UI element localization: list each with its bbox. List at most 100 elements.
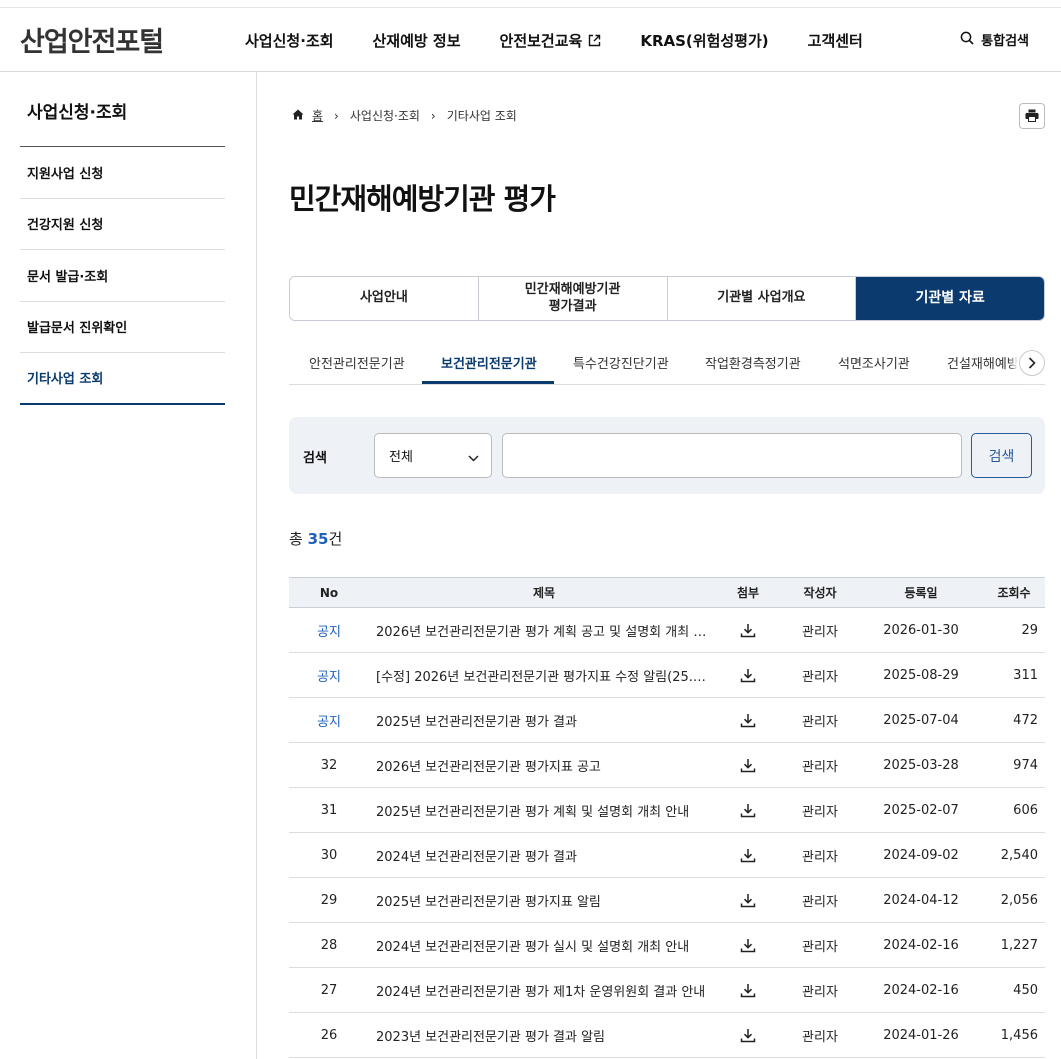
row-date: 2025-08-29 — [883, 667, 959, 683]
row-title-link[interactable]: 2025년 보건관리전문기관 평가 계획 및 설명회 개최 안내 — [376, 801, 689, 820]
search-scope-select[interactable]: 전체 — [374, 433, 492, 478]
tab-label: 민간재해예방기관 평가결과 — [524, 281, 621, 314]
sidebar-item-support-apply[interactable]: 지원사업 신청 — [20, 147, 225, 199]
subtab-work-environment[interactable]: 작업환경측정기관 — [705, 353, 801, 372]
row-no: 31 — [320, 802, 338, 818]
row-attachment — [732, 1013, 764, 1057]
subtab-asbestos[interactable]: 석면조사기관 — [838, 353, 910, 372]
download-icon[interactable] — [740, 758, 756, 773]
table-row[interactable]: 공지 [수정] 2026년 보건관리전문기관 평가지표 수정 알림(25.9.… 관… — [289, 653, 1045, 698]
table-row[interactable]: 30 2024년 보건관리전문기관 평가 결과 관리자 2024-09-02 2,540 — [289, 833, 1045, 878]
download-icon[interactable] — [740, 983, 756, 998]
row-views: 29 — [1021, 622, 1038, 638]
search-button[interactable]: 검색 — [971, 433, 1032, 478]
row-no: 공지 — [317, 714, 341, 730]
row-title-link[interactable]: 2024년 보건관리전문기관 평가 제1차 운영위원회 결과 안내 — [376, 981, 705, 1000]
row-title-cell: 2024년 보건관리전문기관 평가 제1차 운영위원회 결과 안내 — [376, 968, 711, 1012]
total-number: 35 — [307, 530, 329, 548]
search-icon — [960, 31, 981, 49]
row-attachment — [732, 923, 764, 967]
header-views: 조회수 — [997, 586, 1031, 600]
row-author: 관리자 — [802, 669, 838, 685]
nav-item-support[interactable]: 고객센터 — [808, 30, 863, 51]
row-title-cell: [수정] 2026년 보건관리전문기관 평가지표 수정 알림(25.9.… — [376, 653, 711, 697]
external-link-icon — [588, 34, 601, 47]
nav-item-kras[interactable]: KRAS(위험성평가) — [640, 30, 768, 51]
sub-tabs: 안전관리전문기관 보건관리전문기관 특수건강진단기관 작업환경측정기관 석면조사… — [289, 340, 1045, 385]
total-suffix: 건 — [328, 530, 343, 548]
subtab-health-agency[interactable]: 보건관리전문기관 — [441, 353, 537, 372]
table-row[interactable]: 27 2024년 보건관리전문기관 평가 제1차 운영위원회 결과 안내 관리자 20… — [289, 968, 1045, 1013]
row-title-link[interactable]: 2026년 보건관리전문기관 평가지표 공고 — [376, 756, 601, 775]
print-button[interactable] — [1019, 103, 1045, 129]
row-date: 2024-01-26 — [883, 1027, 959, 1043]
table-row[interactable]: 29 2025년 보건관리전문기관 평가지표 알림 관리자 2024-04-12 2,0… — [289, 878, 1045, 923]
row-date: 2024-02-16 — [883, 982, 959, 998]
breadcrumb-item[interactable]: 사업신청·조회 — [350, 107, 420, 124]
download-icon[interactable] — [740, 623, 756, 638]
nav-label: KRAS(위험성평가) — [640, 32, 769, 50]
nav-item-prevention[interactable]: 산재예방 정보 — [373, 30, 461, 51]
row-title-cell: 2024년 보건관리전문기관 평가 결과 — [376, 833, 711, 877]
table-row[interactable]: 28 2024년 보건관리전문기관 평가 실시 및 설명회 개최 안내 관리자 202… — [289, 923, 1045, 968]
row-date: 2025-03-28 — [883, 757, 959, 773]
row-title-link[interactable]: 2024년 보건관리전문기관 평가 결과 — [376, 846, 577, 865]
site-header: 산업안전포털 사업신청·조회 산재예방 정보 안전보건교육 KRAS(위험성평가… — [0, 8, 1061, 72]
breadcrumb-item[interactable]: 기타사업 조회 — [447, 107, 517, 124]
row-attachment — [732, 653, 764, 697]
row-title-link[interactable]: 2024년 보건관리전문기관 평가 실시 및 설명회 개최 안내 — [376, 936, 689, 955]
download-icon[interactable] — [740, 848, 756, 863]
tab-agency-materials[interactable]: 기관별 자료 — [856, 277, 1044, 320]
row-views: 1,456 — [1000, 1027, 1038, 1043]
subtab-safety-agency[interactable]: 안전관리전문기관 — [309, 353, 405, 372]
table-row[interactable]: 공지 2026년 보건관리전문기관 평가 계획 공고 및 설명회 개최 안내 관리자… — [289, 608, 1045, 653]
download-icon[interactable] — [740, 713, 756, 728]
row-date: 2024-04-12 — [883, 892, 959, 908]
download-icon[interactable] — [740, 893, 756, 908]
row-views: 450 — [1013, 982, 1038, 998]
sidebar-item-other-business[interactable]: 기타사업 조회 — [20, 353, 225, 405]
search-input[interactable] — [502, 433, 962, 478]
integrated-search-button[interactable]: 통합검색 — [960, 30, 1029, 49]
tab-evaluation-results[interactable]: 민간재해예방기관 평가결과 — [478, 277, 668, 320]
download-icon[interactable] — [740, 803, 756, 818]
table-row[interactable]: 31 2025년 보건관리전문기관 평가 계획 및 설명회 개최 안내 관리자 202… — [289, 788, 1045, 833]
chevron-right-icon: › — [334, 108, 339, 123]
tab-agency-overview[interactable]: 기관별 사업개요 — [667, 277, 857, 320]
row-title-link[interactable]: 2025년 보건관리전문기관 평가 결과 — [376, 711, 577, 730]
page-title: 민간재해예방기관 평가 — [289, 182, 556, 216]
sidebar-item-health-apply[interactable]: 건강지원 신청 — [20, 199, 225, 250]
board-table: No 제목 첨부 작성자 등록일 조회수 공지 2026년 보건관리전문기관 평가… — [289, 577, 1045, 1058]
row-views: 974 — [1013, 757, 1038, 773]
row-attachment — [732, 833, 764, 877]
nav-item-business[interactable]: 사업신청·조회 — [245, 30, 334, 51]
sidebar-item-document-issue[interactable]: 문서 발급·조회 — [20, 250, 225, 302]
subtab-special-health-exam[interactable]: 특수건강진단기관 — [573, 353, 669, 372]
download-icon[interactable] — [740, 1028, 756, 1043]
search-panel-label: 검색 — [303, 451, 327, 466]
breadcrumb-home[interactable]: 홈 — [292, 107, 323, 124]
table-row[interactable]: 32 2026년 보건관리전문기관 평가지표 공고 관리자 2025-03-28 974 — [289, 743, 1045, 788]
nav-label: 안전보건교육 — [499, 32, 583, 50]
row-no: 26 — [320, 1027, 338, 1043]
row-title-link[interactable]: 2023년 보건관리전문기관 평가 결과 알림 — [376, 1026, 605, 1045]
row-no: 32 — [320, 757, 338, 773]
table-row[interactable]: 공지 2025년 보건관리전문기관 평가 결과 관리자 2025-07-04 472 — [289, 698, 1045, 743]
row-title-link[interactable]: 2026년 보건관리전문기관 평가 계획 공고 및 설명회 개최 안내 — [376, 621, 711, 640]
nav-item-education[interactable]: 안전보건교육 — [500, 30, 602, 51]
row-title-link[interactable]: [수정] 2026년 보건관리전문기관 평가지표 수정 알림(25.9.… — [376, 666, 711, 685]
tab-business-guide[interactable]: 사업안내 — [290, 277, 479, 320]
download-icon[interactable] — [740, 938, 756, 953]
row-author: 관리자 — [802, 804, 838, 820]
row-no: 공지 — [317, 669, 341, 685]
main-tabs: 사업안내 민간재해예방기관 평가결과 기관별 사업개요 기관별 자료 — [289, 276, 1045, 321]
site-logo[interactable]: 산업안전포털 — [20, 20, 164, 59]
table-row[interactable]: 26 2023년 보건관리전문기관 평가 결과 알림 관리자 2024-01-26 1,… — [289, 1013, 1045, 1058]
sidebar-item-document-verify[interactable]: 발급문서 진위확인 — [20, 302, 225, 353]
row-author: 관리자 — [802, 1029, 838, 1045]
search-label: 통합검색 — [981, 34, 1029, 49]
download-icon[interactable] — [740, 668, 756, 683]
subtab-next-button[interactable] — [1019, 350, 1045, 376]
row-title-link[interactable]: 2025년 보건관리전문기관 평가지표 알림 — [376, 891, 601, 910]
row-title-cell: 2025년 보건관리전문기관 평가지표 알림 — [376, 878, 711, 922]
